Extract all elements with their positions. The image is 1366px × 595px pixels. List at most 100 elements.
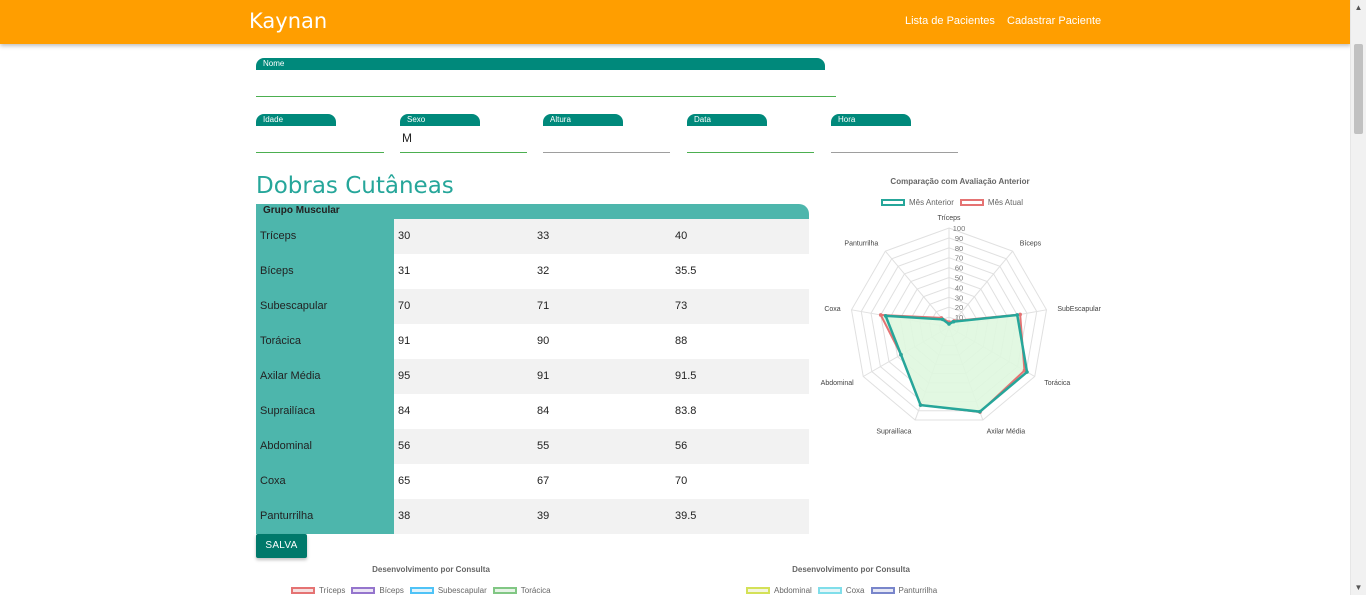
data-label: Data bbox=[687, 114, 767, 126]
table-cell-value[interactable]: 56 bbox=[398, 440, 410, 452]
nome-input[interactable] bbox=[256, 96, 836, 97]
legend-item-mes-atual[interactable]: Mês Atual bbox=[959, 198, 1024, 207]
legend-label-panturrilha: Panturrilha bbox=[898, 586, 938, 595]
scroll-thumb[interactable] bbox=[1354, 44, 1363, 134]
table-cell-value[interactable]: 91 bbox=[537, 370, 549, 382]
radar-tick-label: 40 bbox=[955, 283, 963, 292]
legend-label-toracica: Torácica bbox=[520, 586, 551, 595]
table-cell-value[interactable]: 30 bbox=[398, 230, 410, 242]
table-cell-group: Subescapular bbox=[256, 289, 394, 324]
radar-point bbox=[978, 409, 982, 414]
brand-logo[interactable]: Kaynan bbox=[249, 9, 327, 33]
legend-label-subescapular: Subescapular bbox=[437, 586, 487, 595]
table-cell-value[interactable]: 38 bbox=[398, 510, 410, 522]
radar-point bbox=[940, 317, 945, 322]
group-name: Bíceps bbox=[260, 265, 294, 277]
table-cell-value[interactable]: 88 bbox=[675, 335, 687, 347]
section-title: Dobras Cutâneas bbox=[256, 173, 454, 199]
table-cell-value[interactable]: 84 bbox=[537, 405, 549, 417]
table-cell-group: Tríceps bbox=[256, 219, 394, 254]
table-cell-value[interactable]: 83.8 bbox=[675, 405, 696, 417]
table-header: Grupo Muscular bbox=[256, 204, 809, 219]
scroll-down-icon[interactable]: ▼ bbox=[1351, 580, 1366, 595]
table-row: Torácica 91 90 88 bbox=[256, 324, 809, 359]
radar-point bbox=[883, 314, 888, 318]
data-input[interactable] bbox=[687, 152, 814, 153]
sexo-input[interactable] bbox=[400, 152, 527, 153]
legend-item-panturrilha[interactable]: Panturrilha bbox=[870, 586, 938, 595]
nav-link-cadastrar-paciente[interactable]: Cadastrar Paciente bbox=[1007, 15, 1101, 27]
legend-item-subescapular[interactable]: Subescapular bbox=[409, 586, 487, 595]
legend-item-triceps[interactable]: Tríceps bbox=[291, 586, 345, 595]
table-cell-group: Abdominal bbox=[256, 429, 394, 464]
radar-axis-label: SubEscapular bbox=[1057, 306, 1101, 313]
legend-swatch-coxa bbox=[817, 587, 842, 594]
table-cell-value[interactable]: 67 bbox=[537, 475, 549, 487]
table-cell-value[interactable]: 39.5 bbox=[675, 510, 696, 522]
page-scrollbar[interactable]: ▲ ▼ bbox=[1350, 0, 1366, 595]
table-cell-value[interactable]: 90 bbox=[537, 335, 549, 347]
table-cell-value[interactable]: 65 bbox=[398, 475, 410, 487]
radar-point bbox=[1025, 370, 1029, 374]
table-cell-value[interactable]: 91 bbox=[398, 335, 410, 347]
table-row: Subescapular 70 71 73 bbox=[256, 289, 809, 324]
scroll-up-icon[interactable]: ▲ bbox=[1351, 0, 1366, 15]
table-cell-value[interactable]: 33 bbox=[537, 230, 549, 242]
legend-item-biceps[interactable]: Bíceps bbox=[351, 586, 404, 595]
table-cell-value[interactable]: 32 bbox=[537, 265, 549, 277]
radar-point bbox=[878, 313, 883, 317]
table-cell-value[interactable]: 35.5 bbox=[675, 265, 696, 277]
table-cell-value[interactable]: 55 bbox=[537, 440, 549, 452]
nav-link-lista-pacientes[interactable]: Lista de Pacientes bbox=[905, 15, 995, 27]
radar-point bbox=[1015, 313, 1020, 317]
sexo-label: Sexo bbox=[400, 114, 480, 126]
table-cell-value[interactable]: 56 bbox=[675, 440, 687, 452]
table-cell-value[interactable]: 39 bbox=[537, 510, 549, 522]
group-name: Abdominal bbox=[260, 440, 312, 452]
sexo-value[interactable]: M bbox=[402, 131, 412, 145]
legend-item-abdominal[interactable]: Abdominal bbox=[746, 586, 812, 595]
table-cell-value[interactable]: 91.5 bbox=[675, 370, 696, 382]
radar-axis-label: Panturrilha bbox=[844, 241, 878, 248]
legend-label-mes-atual: Mês Atual bbox=[987, 198, 1024, 207]
table-cell-value[interactable]: 71 bbox=[537, 300, 549, 312]
radar-axis-label: Axilar Média bbox=[987, 428, 1026, 435]
altura-input[interactable] bbox=[543, 152, 670, 153]
legend-label-coxa: Coxa bbox=[845, 586, 865, 595]
hora-input[interactable] bbox=[831, 152, 958, 153]
radar-tick-label: 80 bbox=[955, 244, 963, 253]
table-cell-value[interactable]: 73 bbox=[675, 300, 687, 312]
table-cell-value[interactable]: 70 bbox=[675, 475, 687, 487]
group-name: Tríceps bbox=[260, 230, 297, 242]
legend-swatch-abdominal bbox=[746, 587, 770, 594]
table-cell-value[interactable]: 70 bbox=[398, 300, 410, 312]
table-cell-group: Suprailíaca bbox=[256, 394, 394, 429]
table-cell-value[interactable]: 31 bbox=[398, 265, 410, 277]
group-name: Panturrilha bbox=[260, 510, 314, 522]
table-cell-value[interactable]: 84 bbox=[398, 405, 410, 417]
group-name: Axilar Média bbox=[260, 370, 321, 382]
table-cell-group: Axilar Média bbox=[256, 359, 394, 394]
table-row: Tríceps 30 33 40 bbox=[256, 219, 809, 254]
table-row: Abdominal 56 55 56 bbox=[256, 429, 809, 464]
idade-input[interactable] bbox=[256, 152, 384, 153]
radar-tick-label: 90 bbox=[955, 234, 963, 243]
legend-label-mes-anterior: Mês Anterior bbox=[909, 198, 954, 207]
radar-tick-label: 50 bbox=[955, 274, 963, 283]
table-header-label: Grupo Muscular bbox=[263, 205, 340, 216]
legend-item-toracica[interactable]: Torácica bbox=[492, 586, 551, 595]
table-row: Axilar Média 95 91 91.5 bbox=[256, 359, 809, 394]
radar-tick-label: 20 bbox=[955, 303, 963, 312]
legend-label-abdominal: Abdominal bbox=[774, 586, 812, 595]
save-button[interactable]: SALVA bbox=[256, 534, 307, 558]
legend-item-mes-anterior[interactable]: Mês Anterior bbox=[881, 198, 954, 207]
radar-axis-label: Suprailíaca bbox=[876, 428, 911, 435]
radar-axis-label: Abdominal bbox=[821, 380, 855, 387]
radar-axis-label: Tríceps bbox=[937, 215, 961, 222]
table-cell-value[interactable]: 95 bbox=[398, 370, 410, 382]
legend-item-coxa[interactable]: Coxa bbox=[817, 586, 865, 595]
radar-tick-label: 60 bbox=[955, 264, 963, 273]
table-cell-value[interactable]: 40 bbox=[675, 230, 687, 242]
legend-swatch-mes-anterior bbox=[881, 199, 905, 206]
skinfold-table: Grupo Muscular Tríceps 30 33 40 Bíceps 31 32 35… bbox=[256, 204, 809, 534]
